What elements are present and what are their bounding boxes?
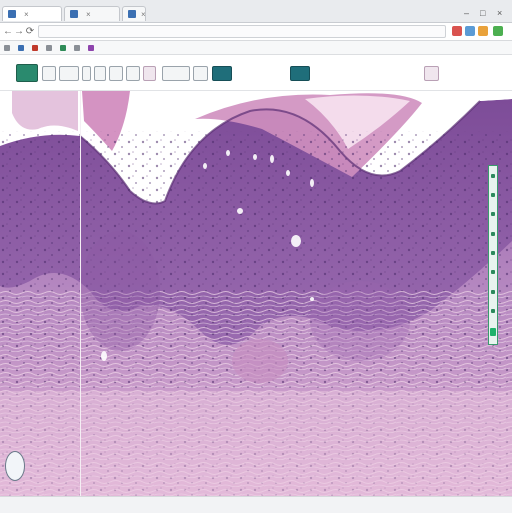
- viewport-divider: [80, 91, 81, 496]
- maximize-button[interactable]: □: [480, 8, 485, 18]
- pan-tool-icon[interactable]: [94, 66, 106, 81]
- zoom-step[interactable]: [491, 192, 495, 197]
- browser-tab-1[interactable]: ×: [2, 6, 62, 21]
- close-window-button[interactable]: ×: [497, 8, 502, 18]
- reload-button[interactable]: ⟳: [25, 26, 35, 37]
- layer-tool-icon[interactable]: [193, 66, 208, 81]
- zoom-handle[interactable]: [490, 328, 496, 337]
- share-tool-icon[interactable]: [424, 66, 439, 81]
- extension-icon[interactable]: [478, 26, 488, 36]
- bookmark-icon: [88, 44, 94, 51]
- zoom-tool-icon[interactable]: [59, 66, 79, 81]
- magnification-selector[interactable]: [162, 66, 190, 81]
- orientation-compass-icon[interactable]: [5, 451, 25, 481]
- extension-icon[interactable]: [465, 26, 475, 36]
- bookmark-icon: [60, 44, 66, 51]
- url-input[interactable]: [38, 25, 446, 38]
- bookmark-icon: [46, 44, 52, 51]
- annotation-tool-icon[interactable]: [143, 66, 156, 81]
- rotate-tool-icon[interactable]: [82, 66, 91, 81]
- browser-tab-2[interactable]: ×: [64, 6, 120, 21]
- extension-icon[interactable]: [452, 26, 462, 36]
- bookmark-item[interactable]: [18, 44, 26, 51]
- bookmark-item[interactable]: [32, 44, 40, 51]
- measure-tool-icon[interactable]: [109, 66, 123, 81]
- tab-close-icon[interactable]: ×: [86, 10, 91, 19]
- bookmark-item[interactable]: [74, 44, 82, 51]
- browser-tab-bar: × × × – □ ×: [0, 0, 512, 23]
- bookmark-item[interactable]: [46, 44, 54, 51]
- color-adjust-button[interactable]: [212, 66, 232, 81]
- tab-close-icon[interactable]: ×: [24, 10, 29, 19]
- browser-tab-3[interactable]: ×: [122, 6, 146, 21]
- bookmark-icon: [74, 44, 80, 51]
- status-bar: [0, 496, 512, 513]
- menu-icon[interactable]: [493, 26, 503, 36]
- tab-close-icon[interactable]: ×: [141, 10, 145, 19]
- slide-viewer[interactable]: [0, 91, 512, 496]
- slide-thumbnail-button[interactable]: [16, 64, 38, 82]
- zoom-step[interactable]: [491, 173, 495, 178]
- zoom-step[interactable]: [491, 289, 495, 294]
- zoom-step[interactable]: [491, 250, 495, 255]
- bookmark-icon: [4, 44, 10, 51]
- tab-favicon: [128, 10, 136, 18]
- overview-button[interactable]: [290, 66, 310, 81]
- minimize-button[interactable]: –: [464, 8, 469, 18]
- bookmark-item[interactable]: [4, 44, 12, 51]
- forward-button[interactable]: →: [14, 26, 24, 37]
- bookmark-icon: [32, 44, 38, 51]
- tissue-image: [0, 91, 512, 496]
- annotate-tool-icon[interactable]: [126, 66, 140, 81]
- zoom-navigation-strip[interactable]: [488, 165, 498, 345]
- back-button[interactable]: ←: [3, 26, 13, 37]
- viewer-toolbar: [0, 56, 512, 91]
- bookmarks-bar: [0, 41, 512, 55]
- bookmark-item[interactable]: [88, 44, 96, 51]
- tab-favicon: [8, 10, 16, 18]
- tab-favicon: [70, 10, 78, 18]
- bookmark-icon: [18, 44, 24, 51]
- bookmark-item[interactable]: [60, 44, 68, 51]
- home-tool-icon[interactable]: [42, 66, 56, 81]
- address-bar-row: ← → ⟳: [0, 23, 512, 41]
- zoom-step[interactable]: [491, 212, 495, 217]
- zoom-step[interactable]: [491, 308, 495, 313]
- zoom-step[interactable]: [491, 231, 495, 236]
- zoom-step[interactable]: [491, 270, 495, 275]
